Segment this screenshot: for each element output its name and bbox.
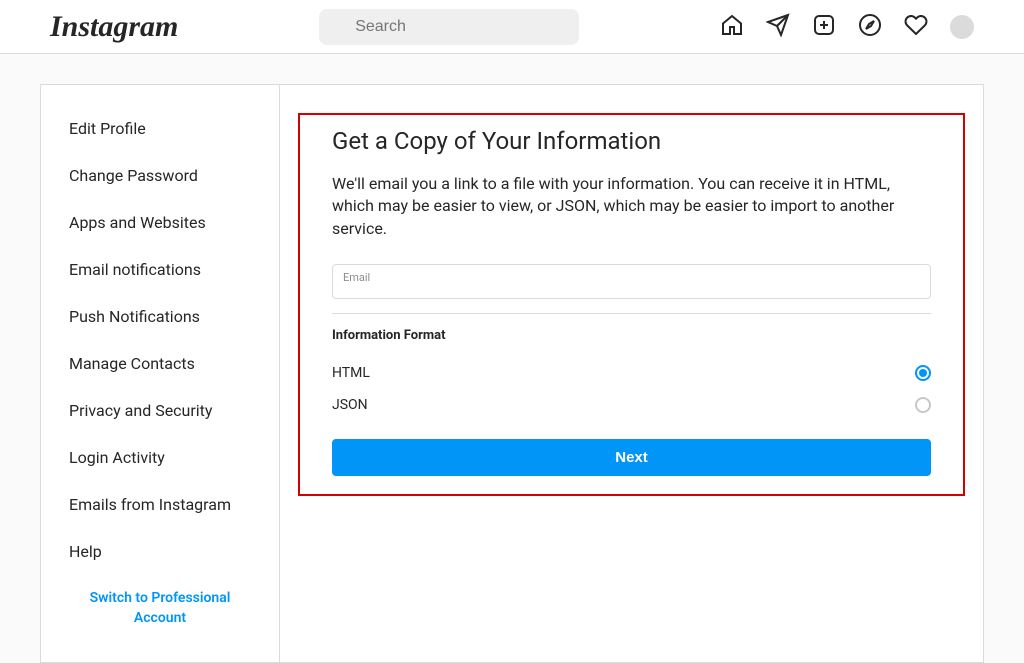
settings-page: Edit Profile Change Password Apps and We…: [0, 54, 1024, 663]
top-nav: Instagram: [0, 0, 1024, 54]
radio-html[interactable]: [915, 365, 931, 381]
page-title: Get a Copy of Your Information: [332, 127, 931, 155]
instagram-logo[interactable]: Instagram: [50, 10, 178, 44]
email-field[interactable]: Email: [332, 264, 931, 299]
sidebar-item-edit-profile[interactable]: Edit Profile: [41, 105, 279, 152]
activity-icon[interactable]: [904, 13, 928, 41]
email-label: Email: [343, 271, 920, 284]
switch-professional-link[interactable]: Switch to Professional Account: [41, 575, 279, 642]
page-description: We'll email you a link to a file with yo…: [332, 173, 931, 240]
messages-icon[interactable]: [766, 13, 790, 41]
sidebar-item-help[interactable]: Help: [41, 528, 279, 575]
sidebar-item-emails-instagram[interactable]: Emails from Instagram: [41, 481, 279, 528]
new-post-icon[interactable]: [812, 13, 836, 41]
settings-sidebar: Edit Profile Change Password Apps and We…: [40, 84, 280, 663]
sidebar-item-email-notifications[interactable]: Email notifications: [41, 246, 279, 293]
sidebar-item-login-activity[interactable]: Login Activity: [41, 434, 279, 481]
format-heading: Information Format: [332, 328, 931, 343]
sidebar-item-apps-websites[interactable]: Apps and Websites: [41, 199, 279, 246]
format-option-json-label: JSON: [332, 397, 368, 413]
download-data-panel: Get a Copy of Your Information We'll ema…: [298, 113, 965, 496]
format-option-json[interactable]: JSON: [332, 389, 931, 421]
sidebar-item-manage-contacts[interactable]: Manage Contacts: [41, 340, 279, 387]
explore-icon[interactable]: [858, 13, 882, 41]
divider: [332, 313, 931, 314]
avatar[interactable]: [950, 15, 974, 39]
nav-icons: [720, 13, 974, 41]
sidebar-item-change-password[interactable]: Change Password: [41, 152, 279, 199]
next-button[interactable]: Next: [332, 439, 931, 476]
sidebar-item-privacy-security[interactable]: Privacy and Security: [41, 387, 279, 434]
radio-json[interactable]: [915, 397, 931, 413]
home-icon[interactable]: [720, 13, 744, 41]
search-input[interactable]: [319, 9, 579, 45]
format-option-html[interactable]: HTML: [332, 357, 931, 389]
sidebar-item-push-notifications[interactable]: Push Notifications: [41, 293, 279, 340]
settings-main: Get a Copy of Your Information We'll ema…: [280, 84, 984, 663]
format-option-html-label: HTML: [332, 365, 370, 381]
search-wrap: [178, 9, 720, 45]
